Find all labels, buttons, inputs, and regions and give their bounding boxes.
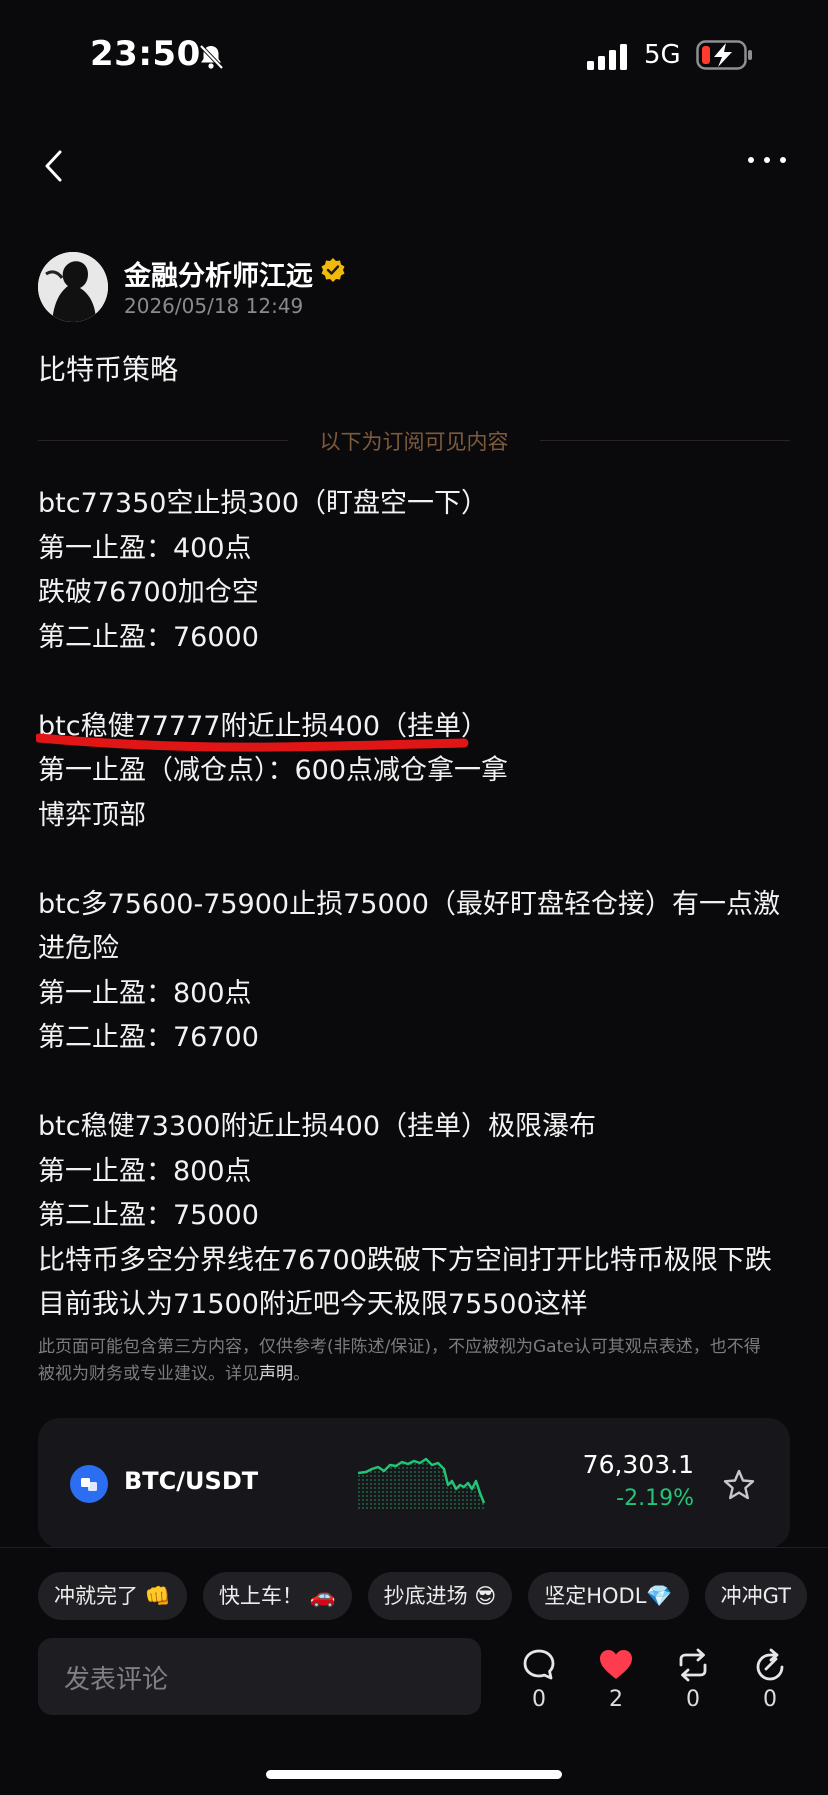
comment-placeholder: 发表评论 xyxy=(64,1665,169,1695)
content-line: 第二止盈：75000 xyxy=(38,1200,259,1231)
ticker-price: 76,303.1 xyxy=(582,1450,694,1479)
comment-count: 0 xyxy=(532,1687,546,1712)
post-timestamp: 2026/05/18 12:49 xyxy=(124,294,304,318)
red-underline-annotation xyxy=(36,733,469,752)
disclaimer-text: 此页面可能包含第三方内容，仅供参考(非陈述/保证)，不应被视为Gate认可其观点… xyxy=(38,1337,761,1384)
ticker-change: -2.19% xyxy=(616,1486,694,1511)
reaction-chip[interactable]: 冲就完了 👊 xyxy=(38,1572,187,1620)
back-arrow-icon[interactable] xyxy=(36,148,72,184)
content-line: btc稳健73300附近止损400（挂单）极限瀑布 xyxy=(38,1111,596,1142)
reaction-chip[interactable]: 坚定HODL💎 xyxy=(528,1572,689,1620)
author-name[interactable]: 金融分析师江远 xyxy=(124,254,313,293)
subscriber-divider-label: 以下为订阅可见内容 xyxy=(319,430,509,454)
reaction-chips: 冲就完了 👊 快上车！ 🚗 抄底进场 😎 坚定HODL💎 冲冲GT xyxy=(38,1572,807,1620)
content-line: 比特币多空分界线在76700跌破下方空间打开比特币极限下跌目前我认为71500附… xyxy=(38,1244,772,1321)
content-blank-line xyxy=(38,838,798,883)
content-blank-line xyxy=(38,1061,798,1106)
content-blank-line xyxy=(38,660,798,705)
content-line: btc多75600-75900止损75000（最好盯盘轻仓接）有一点激进危险 xyxy=(38,888,780,965)
reaction-chip[interactable]: 冲冲GT xyxy=(704,1572,807,1620)
like-count: 2 xyxy=(609,1687,623,1712)
ticker-pair[interactable]: BTC/USDT xyxy=(124,1467,258,1495)
reaction-chip[interactable]: 快上车！ 🚗 xyxy=(202,1572,352,1620)
home-indicator[interactable] xyxy=(266,1770,562,1779)
repost-count: 0 xyxy=(686,1687,700,1712)
battery-charging-icon xyxy=(696,40,752,70)
content-line: 第一止盈：400点 xyxy=(38,532,252,564)
bell-muted-icon xyxy=(199,44,224,70)
coin-glyph-icon xyxy=(81,1478,97,1491)
share-count: 0 xyxy=(763,1687,777,1712)
repost-icon[interactable] xyxy=(675,1647,711,1683)
post-content: btc77350空止损300（盯盘空一下） 第一止盈：400点 跌破76700加… xyxy=(38,482,798,1328)
network-type: 5G xyxy=(644,40,681,70)
disclaimer-end: 。 xyxy=(293,1364,310,1384)
content-line: 第一止盈：800点 xyxy=(38,977,252,1009)
verified-badge-icon xyxy=(321,258,345,282)
signal-icon xyxy=(587,44,627,70)
disclaimer-link[interactable]: 声明 xyxy=(259,1364,293,1384)
star-favorite-icon[interactable] xyxy=(722,1468,756,1502)
avatar-figure-icon xyxy=(38,252,108,322)
comment-icon[interactable] xyxy=(521,1647,557,1683)
content-line: 第一止盈：800点 xyxy=(38,1155,252,1187)
heart-icon[interactable] xyxy=(598,1647,634,1683)
content-line: 跌破76700加仓空 xyxy=(38,577,259,608)
coin-icon xyxy=(70,1465,108,1503)
content-line: 第二止盈：76700 xyxy=(38,1022,259,1053)
disclaimer: 此页面可能包含第三方内容，仅供参考(非陈述/保证)，不应被视为Gate认可其观点… xyxy=(38,1334,768,1388)
status-time: 23:50 xyxy=(90,34,201,74)
price-sparkline xyxy=(358,1457,486,1510)
more-options-icon[interactable] xyxy=(746,150,788,170)
post-title: 比特币策略 xyxy=(38,353,179,386)
avatar[interactable] xyxy=(38,252,108,322)
reaction-chip[interactable]: 抄底进场 😎 xyxy=(367,1572,513,1620)
content-line: 博弈顶部 xyxy=(38,799,146,831)
content-line: btc77350空止损300（盯盘空一下） xyxy=(38,488,488,519)
content-line: 第二止盈：76000 xyxy=(38,621,259,653)
bottom-panel-separator xyxy=(0,1547,828,1548)
share-icon[interactable] xyxy=(752,1647,788,1683)
